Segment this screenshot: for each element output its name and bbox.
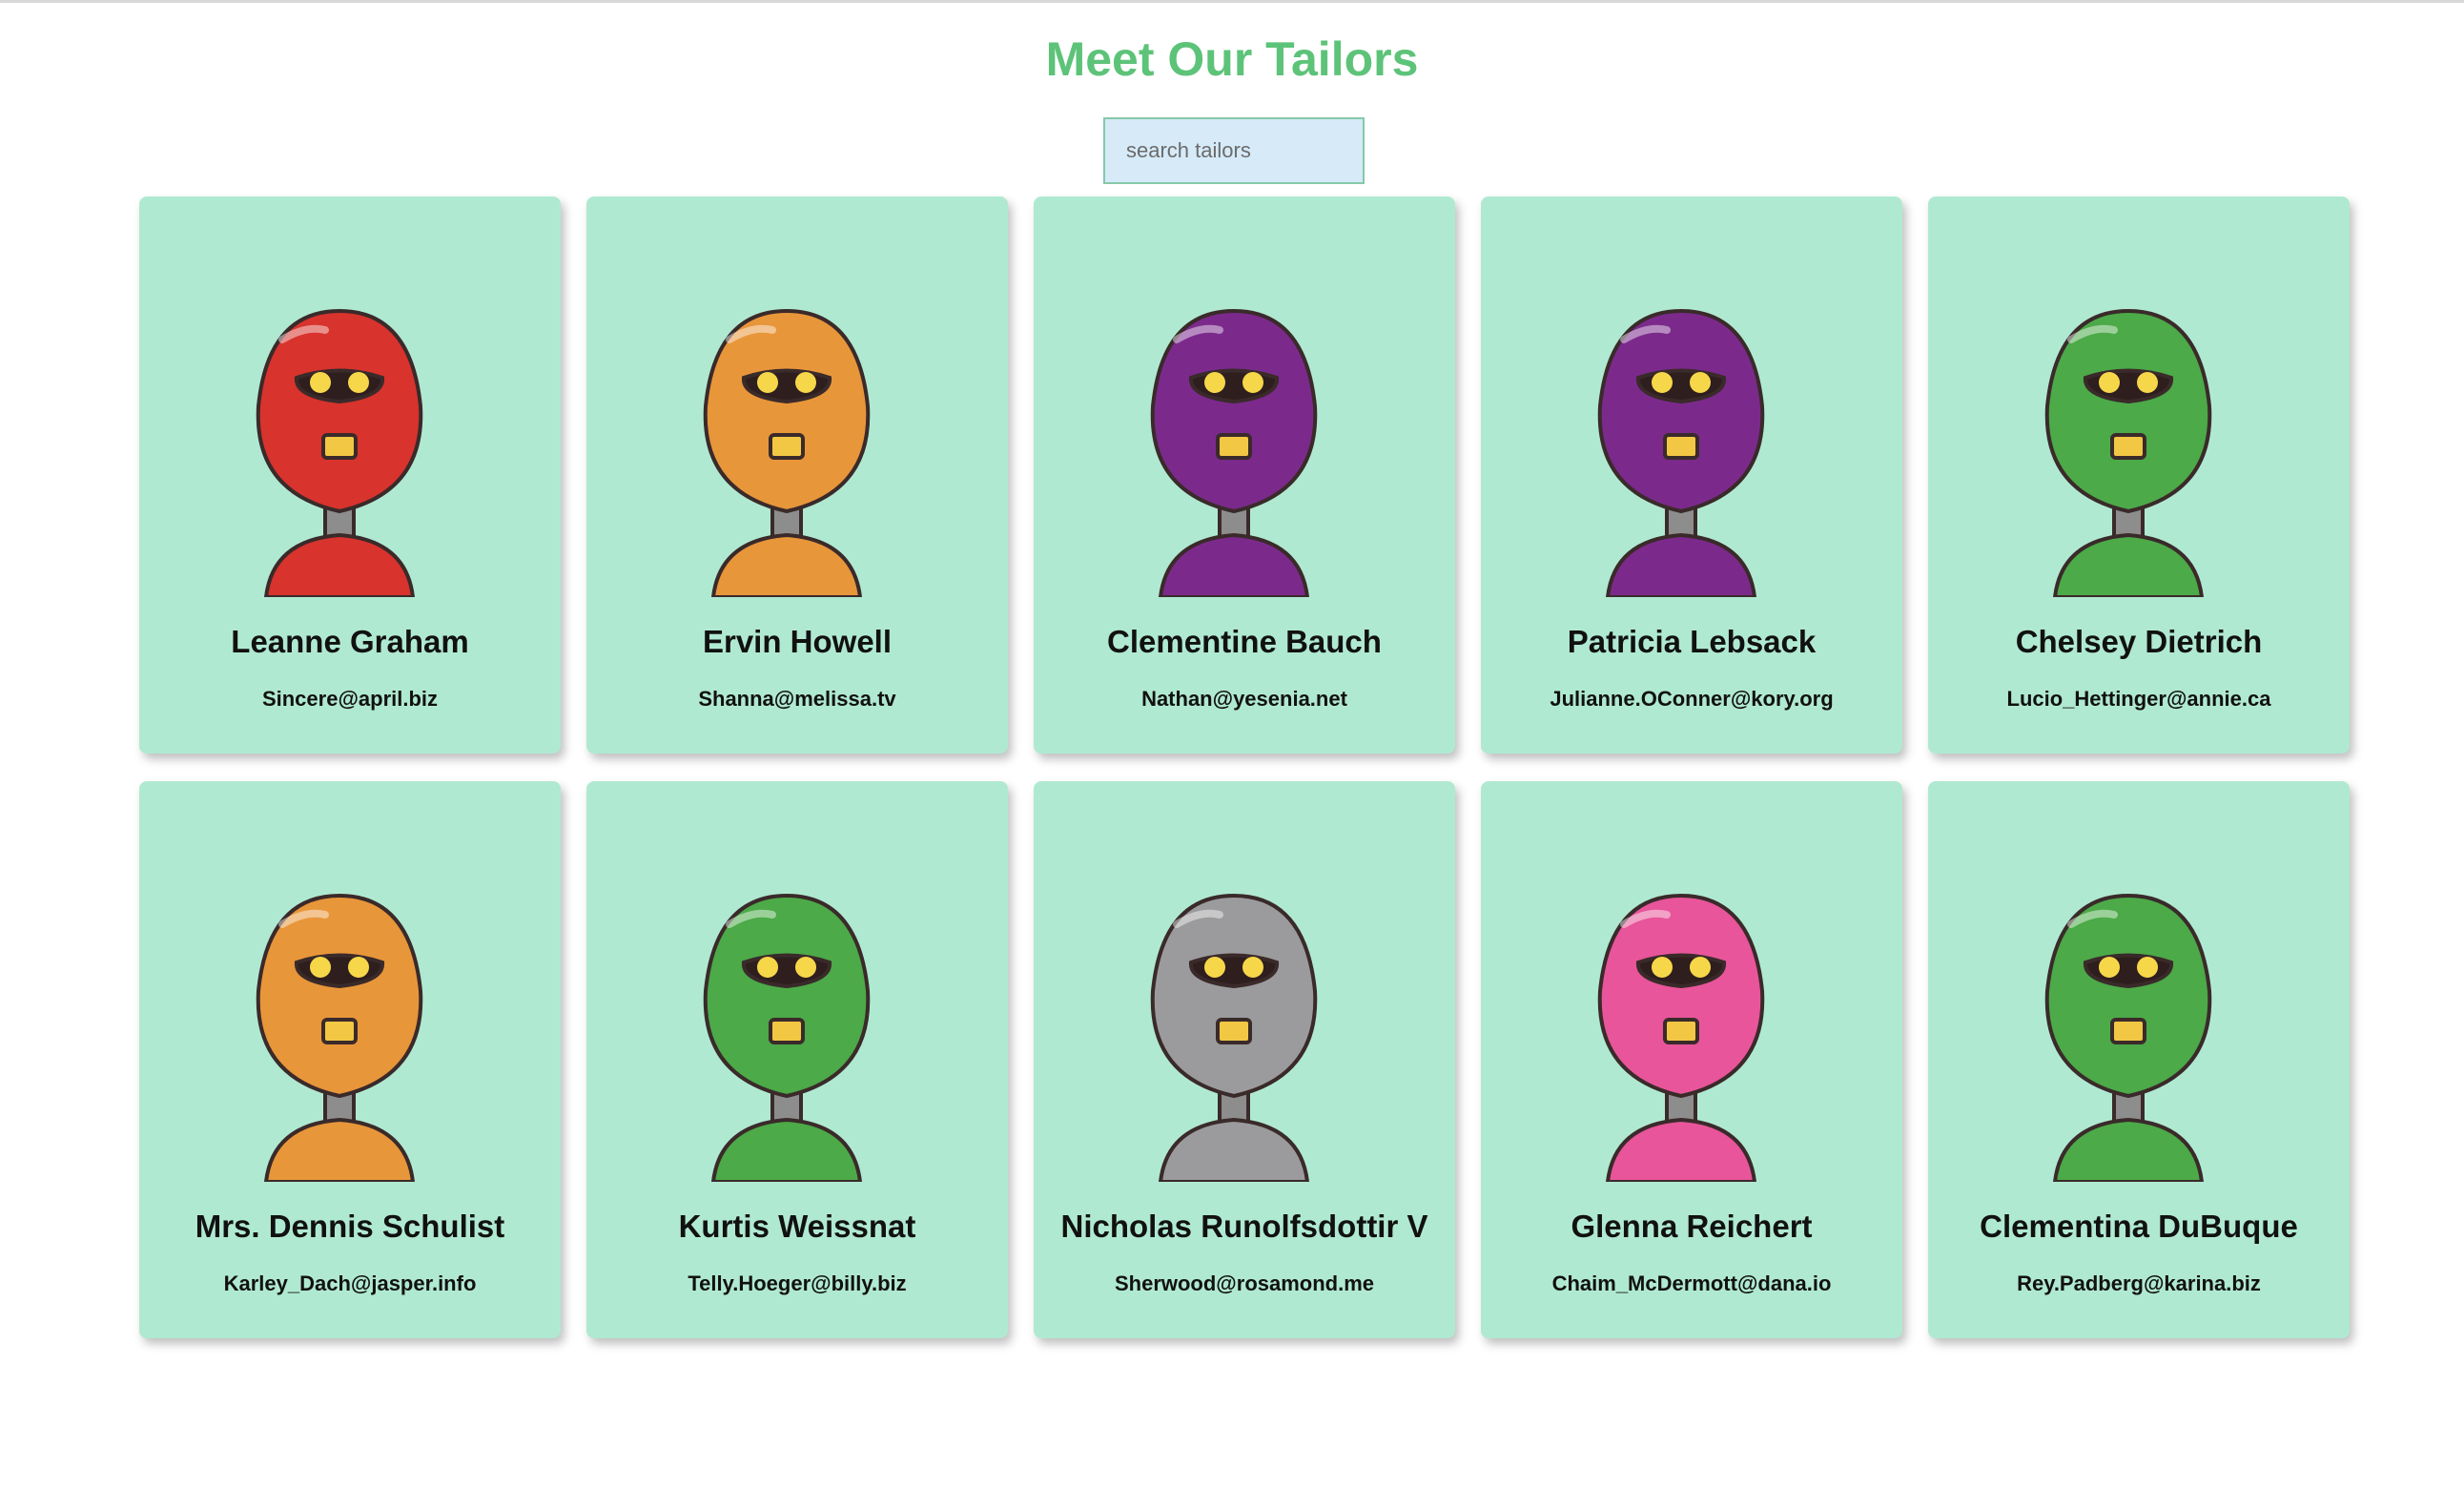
tailor-email: Nathan@yesenia.net [1141, 687, 1347, 711]
tailor-email: Sincere@april.biz [261, 687, 439, 711]
tailor-card[interactable]: Clementine Bauch Nathan@yesenia.net [1034, 196, 1455, 754]
tailor-card[interactable]: Patricia Lebsack Julianne.OConner@kory.or… [1481, 196, 1902, 754]
tailor-name: Mrs. Dennis Schulist [195, 1209, 505, 1244]
tailor-card[interactable]: Clementina DuBuque Rey.Padberg@karina.biz [1928, 781, 2350, 1338]
gray-robot-avatar [1077, 858, 1435, 1182]
tailor-name: Kurtis Weissnat [678, 1209, 916, 1244]
tailor-email: Lucio_Hettinger@annie.ca [2006, 687, 2271, 711]
red-robot-avatar [182, 273, 541, 597]
tailor-email: Karley_Dach@jasper.info [223, 1271, 477, 1295]
tailor-name: Glenna Reichert [1571, 1209, 1813, 1244]
tailor-name: Patricia Lebsack [1567, 624, 1817, 659]
green-robot-avatar [1971, 273, 2330, 597]
green-robot-avatar [629, 858, 988, 1182]
page-title: Meet Our Tailors [1045, 32, 1419, 86]
tailor-email: Sherwood@rosamond.me [1114, 1271, 1375, 1295]
orange-robot-avatar [629, 273, 988, 597]
tailor-email: Shanna@melissa.tv [698, 687, 896, 711]
tailor-card[interactable]: Mrs. Dennis Schulist Karley_Dach@jasper.i… [139, 781, 561, 1338]
tailor-email: Julianne.OConner@kory.org [1550, 687, 1834, 711]
tailor-name: Nicholas Runolfsdottir V [1060, 1209, 1428, 1244]
tailor-name: Clementine Bauch [1107, 624, 1382, 659]
tailor-card[interactable]: Leanne Graham Sincere@april.biz [139, 196, 561, 754]
tailor-name: Ervin Howell [702, 624, 893, 659]
tailor-name: Clementina DuBuque [1980, 1209, 2298, 1244]
tailor-card[interactable]: Nicholas Runolfsdottir V Sherwood@rosamon… [1034, 781, 1455, 1338]
purple-robot-avatar [1524, 273, 1882, 597]
tailor-email: Chaim_McDermott@dana.io [1551, 1271, 1832, 1295]
orange-robot-avatar [182, 858, 541, 1182]
tailor-card[interactable]: Glenna Reichert Chaim_McDermott@dana.io [1481, 781, 1902, 1338]
tailor-name: Leanne Graham [231, 624, 469, 659]
tailor-email: Rey.Padberg@karina.biz [2017, 1271, 2261, 1295]
tailor-email: Telly.Hoeger@billy.biz [688, 1271, 907, 1295]
pink-robot-avatar [1524, 858, 1882, 1182]
tailor-card[interactable]: Kurtis Weissnat Telly.Hoeger@billy.biz [586, 781, 1008, 1338]
tailor-card[interactable]: Ervin Howell Shanna@melissa.tv [586, 196, 1008, 754]
search-input[interactable] [1103, 117, 1365, 184]
green-robot-avatar [1971, 858, 2330, 1182]
tailor-card[interactable]: Chelsey Dietrich Lucio_Hettinger@annie.ca [1928, 196, 2350, 754]
purple-robot-avatar [1077, 273, 1435, 597]
tailor-name: Chelsey Dietrich [2015, 624, 2263, 659]
